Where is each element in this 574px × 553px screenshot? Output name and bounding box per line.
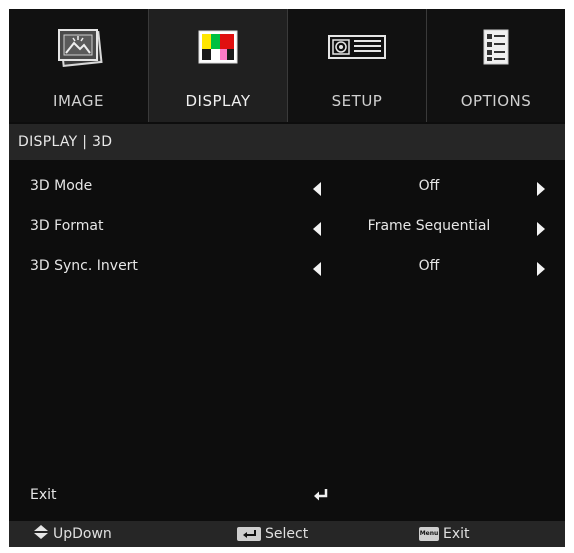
footer-hints: UpDown Select Menu Exit	[9, 521, 565, 547]
exit-label: Exit	[30, 487, 57, 503]
tab-image[interactable]: IMAGE	[9, 9, 148, 122]
breadcrumb: DISPLAY | 3D	[9, 124, 565, 160]
setting-3d-mode[interactable]: 3D Mode Off	[9, 169, 565, 209]
hint-exit: Menu Exit	[419, 521, 470, 547]
enter-key-icon	[237, 527, 261, 541]
arrow-right-icon[interactable]	[537, 262, 545, 276]
tab-bar: IMAGE DISPLAY SETUP OPTIONS	[9, 9, 565, 122]
setting-3d-sync-invert[interactable]: 3D Sync. Invert Off	[9, 249, 565, 289]
arrow-left-icon[interactable]	[313, 222, 321, 236]
arrow-right-icon[interactable]	[537, 222, 545, 236]
setting-label: 3D Sync. Invert	[30, 258, 138, 274]
arrow-right-icon[interactable]	[537, 182, 545, 196]
tab-options[interactable]: OPTIONS	[426, 9, 565, 122]
menu-key-icon: Menu	[419, 527, 439, 541]
setting-value: Off	[418, 258, 440, 274]
setting-value: Frame Sequential	[367, 218, 491, 234]
enter-icon[interactable]	[313, 487, 329, 506]
setting-label: 3D Format	[30, 218, 104, 234]
hint-label: Select	[265, 526, 309, 542]
tab-label: DISPLAY	[185, 92, 251, 110]
tab-label: OPTIONS	[460, 92, 532, 110]
checklist-icon	[427, 24, 565, 69]
arrow-left-icon[interactable]	[313, 182, 321, 196]
tab-setup[interactable]: SETUP	[287, 9, 426, 122]
setting-value: Off	[418, 178, 440, 194]
color-bars-icon	[149, 24, 287, 69]
hint-updown: UpDown	[33, 521, 112, 547]
tab-label: IMAGE	[53, 92, 104, 110]
osd-menu: IMAGE DISPLAY SETUP OPTIONS DISPLAY | 3D…	[9, 9, 565, 547]
setting-label: 3D Mode	[30, 178, 93, 194]
tab-label: SETUP	[331, 92, 383, 110]
image-icon	[9, 24, 148, 69]
updown-arrows-icon	[33, 524, 49, 544]
projector-icon	[288, 24, 426, 69]
setting-3d-format[interactable]: 3D Format Frame Sequential	[9, 209, 565, 249]
hint-label: UpDown	[53, 526, 112, 542]
hint-label: Exit	[443, 526, 470, 542]
exit-item[interactable]: Exit	[9, 482, 565, 510]
hint-select: Select	[237, 521, 308, 547]
settings-list: 3D Mode Off 3D Format Frame Sequential 3…	[9, 169, 565, 289]
arrow-left-icon[interactable]	[313, 262, 321, 276]
tab-display[interactable]: DISPLAY	[148, 9, 287, 122]
